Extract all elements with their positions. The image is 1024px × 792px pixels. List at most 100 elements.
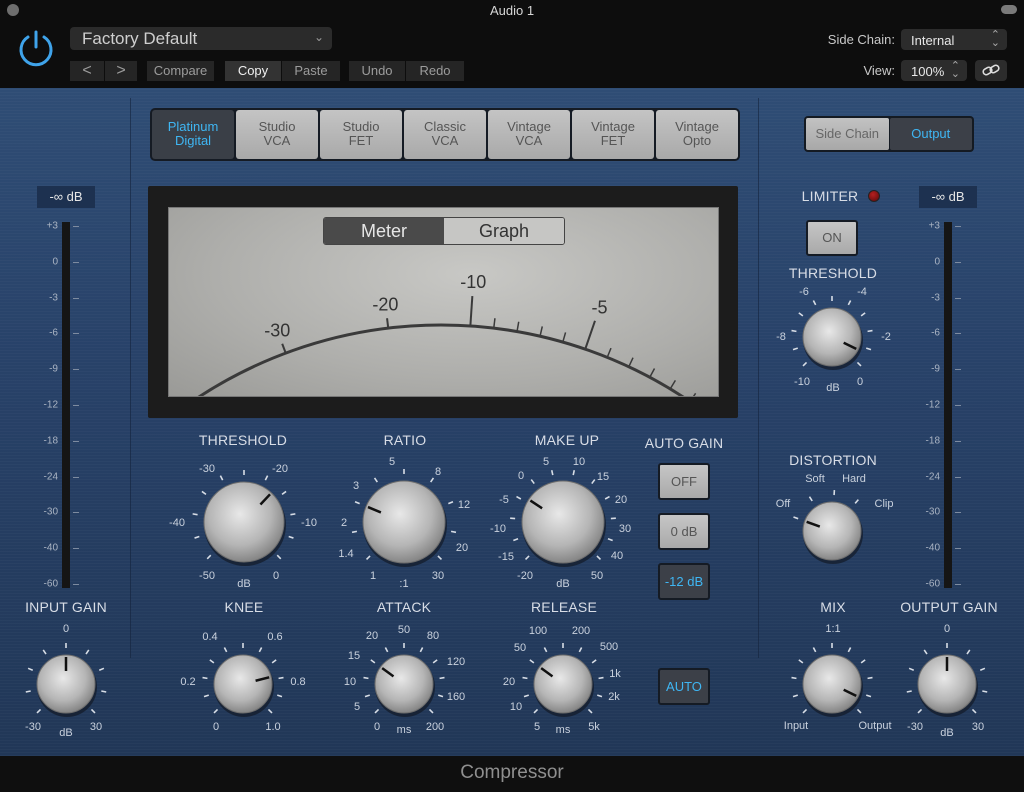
knob-scale-label: 0.2 (180, 676, 196, 688)
circuit-type-button[interactable]: Vintage Opto (656, 110, 738, 159)
circuit-type-button[interactable]: Vintage VCA (488, 110, 570, 159)
knob-tick (591, 479, 596, 485)
knob-tick (578, 647, 583, 653)
meter-scale-label: -3 (49, 292, 58, 304)
knob-tick (596, 555, 602, 561)
knob-tick (374, 708, 380, 714)
sidechain-output-toggle: Side Chain Output (804, 116, 974, 152)
circuit-type-button[interactable]: Platinum Digital (152, 110, 234, 159)
limiter-on-button[interactable]: ON (806, 220, 858, 256)
next-preset-button[interactable]: > (105, 61, 137, 81)
ratio-knob[interactable] (337, 455, 471, 594)
paste-button[interactable]: Paste (282, 61, 340, 81)
plugin-window: Audio 1 Factory Default ⌄ < > Compare Co… (0, 0, 1024, 792)
knob-tick (792, 347, 799, 351)
input-level-meter (62, 222, 70, 588)
circuit-type-button[interactable]: Vintage FET (572, 110, 654, 159)
view-label: View: (863, 63, 895, 78)
release-auto-button[interactable]: AUTO (658, 668, 710, 705)
circuit-type-button[interactable]: Studio VCA (236, 110, 318, 159)
knob-unit-label: dB (59, 727, 73, 739)
knob-unit-label: dB (237, 578, 251, 590)
knob-tick (812, 300, 817, 306)
knob-tick (865, 347, 872, 351)
knee-knob[interactable] (188, 629, 298, 744)
knob-tick (432, 659, 438, 664)
meter-scale-label: -3 (931, 292, 940, 304)
knob-scale-label: 50 (513, 642, 527, 654)
meter-minor-tick (649, 368, 656, 378)
knob-tick (219, 475, 224, 481)
knob-tick (802, 361, 808, 367)
side-chain-label: Side Chain: (827, 32, 895, 47)
distortion-knob[interactable] (777, 476, 887, 591)
knob-tick (428, 708, 434, 714)
limiter-label: LIMITER (801, 188, 859, 204)
side-chain-view-button[interactable]: Side Chain (806, 118, 889, 150)
copy-button[interactable]: Copy (225, 61, 281, 81)
meter-scale-tick (955, 261, 961, 263)
knob-tick (25, 690, 31, 693)
meter-tab[interactable]: Meter (324, 218, 444, 244)
link-button[interactable] (975, 60, 1007, 81)
power-icon[interactable] (16, 28, 56, 68)
side-chain-select[interactable]: Internal ⌃ ⌄ (901, 29, 1007, 50)
knob-scale-label: -10 (301, 517, 317, 529)
knob-scale-label: 0 (272, 570, 280, 582)
knob-tick (596, 694, 603, 698)
knob-tick (856, 361, 862, 367)
redo-button[interactable]: Redo (406, 61, 464, 81)
knob-tick (543, 647, 548, 653)
auto-gain-minus12db-button[interactable]: -12 dB (658, 563, 710, 600)
meter-scale-label: -12 (925, 399, 940, 411)
circuit-type-button[interactable]: Studio FET (320, 110, 402, 159)
knob-scale-label: 1.4 (338, 548, 354, 560)
knob-scale-label: 0.4 (202, 631, 218, 643)
knob-tick (847, 647, 852, 653)
knob-tick (192, 513, 198, 516)
preset-menu[interactable]: Factory Default ⌄ (70, 27, 332, 50)
meter-scale-tick (73, 369, 79, 371)
knob-scale-label: -15 (498, 551, 514, 563)
output-view-button[interactable]: Output (889, 118, 972, 150)
window-resize-button[interactable] (1001, 5, 1017, 14)
knob-tick (267, 708, 273, 714)
undo-button[interactable]: Undo (349, 61, 405, 81)
meter-scale-label: -24 (43, 471, 58, 483)
previous-preset-button[interactable]: < (70, 61, 104, 81)
knob-tick (906, 690, 912, 693)
circuit-type-button[interactable]: Classic VCA (404, 110, 486, 159)
knob-tick (971, 708, 977, 714)
distortion-label: DISTORTION (789, 452, 877, 468)
graph-tab[interactable]: Graph (444, 218, 564, 244)
knob-tick (36, 708, 42, 714)
release-label: RELEASE (531, 599, 597, 615)
meter-scale-label: -6 (931, 327, 940, 339)
knob-tick (530, 479, 535, 485)
knob-tick (276, 554, 282, 560)
knob-scale-label: -4 (857, 286, 867, 298)
knob-tick (798, 659, 804, 664)
knob-scale-label: 10 (572, 456, 586, 468)
meter-scale-tick (73, 476, 79, 478)
view-zoom-select[interactable]: 100% ⌃ ⌄ (901, 60, 967, 81)
knob-tick (194, 535, 200, 539)
knob-scale-label: -30 (907, 721, 923, 733)
auto-gain-off-button[interactable]: OFF (658, 463, 710, 500)
side-chain-value: Internal (911, 33, 955, 48)
knob-tick (101, 690, 107, 693)
meter-minor-tick (516, 321, 520, 332)
circuit-type-name: Classic (424, 119, 466, 134)
meter-scale-tick (955, 548, 961, 550)
auto-gain-0db-button[interactable]: 0 dB (658, 513, 710, 550)
compare-button[interactable]: Compare (147, 61, 214, 81)
meter-scale-tick (73, 548, 79, 550)
knob-body (213, 654, 273, 714)
meter-scale-label: -40 (43, 542, 58, 554)
attack-label: ATTACK (376, 599, 432, 615)
circuit-type-name: Platinum (167, 119, 219, 134)
threshold-knob[interactable] (178, 456, 310, 593)
knob-scale-label: -20 (517, 570, 533, 582)
circuit-type-name: Vintage (675, 119, 719, 134)
knob-scale-label: 1.0 (265, 721, 281, 733)
